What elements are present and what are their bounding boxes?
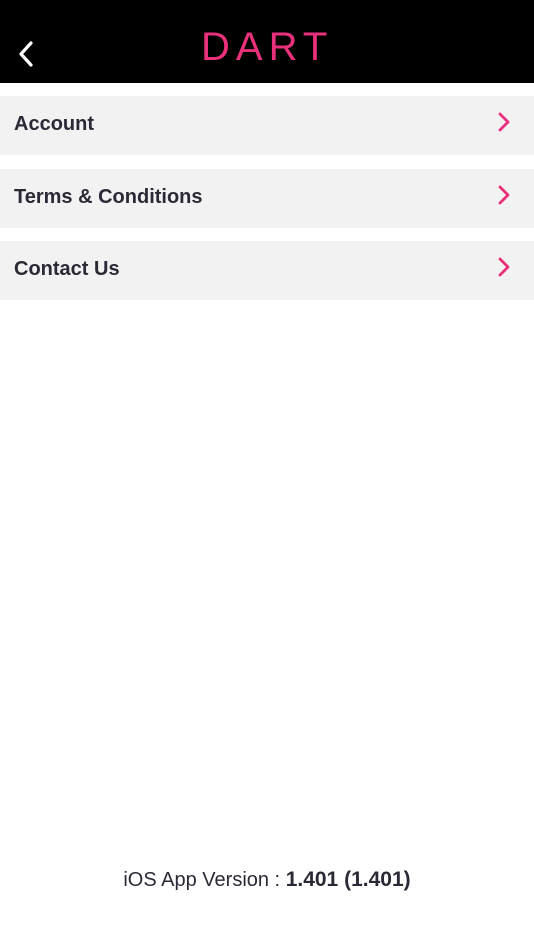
- menu-item-label: Terms & Conditions: [14, 186, 203, 208]
- app-header: DART: [0, 0, 534, 83]
- chevron-right-icon: [498, 185, 510, 205]
- chevron-right-icon: [498, 112, 510, 132]
- menu-item-terms-conditions[interactable]: Terms & Conditions: [0, 169, 534, 228]
- chevron-right-icon: [498, 257, 510, 277]
- app-version: iOS App Version : 1.401 (1.401): [0, 868, 534, 902]
- logo-text: DART: [201, 25, 333, 69]
- version-label: iOS App Version :: [123, 869, 286, 891]
- menu-item-account[interactable]: Account: [0, 96, 534, 155]
- menu-item-label: Contact Us: [14, 258, 120, 280]
- menu-item-contact-us[interactable]: Contact Us: [0, 241, 534, 300]
- menu-item-label: Account: [14, 113, 94, 135]
- version-value: 1.401 (1.401): [285, 868, 411, 891]
- dart-logo: DART: [0, 22, 534, 72]
